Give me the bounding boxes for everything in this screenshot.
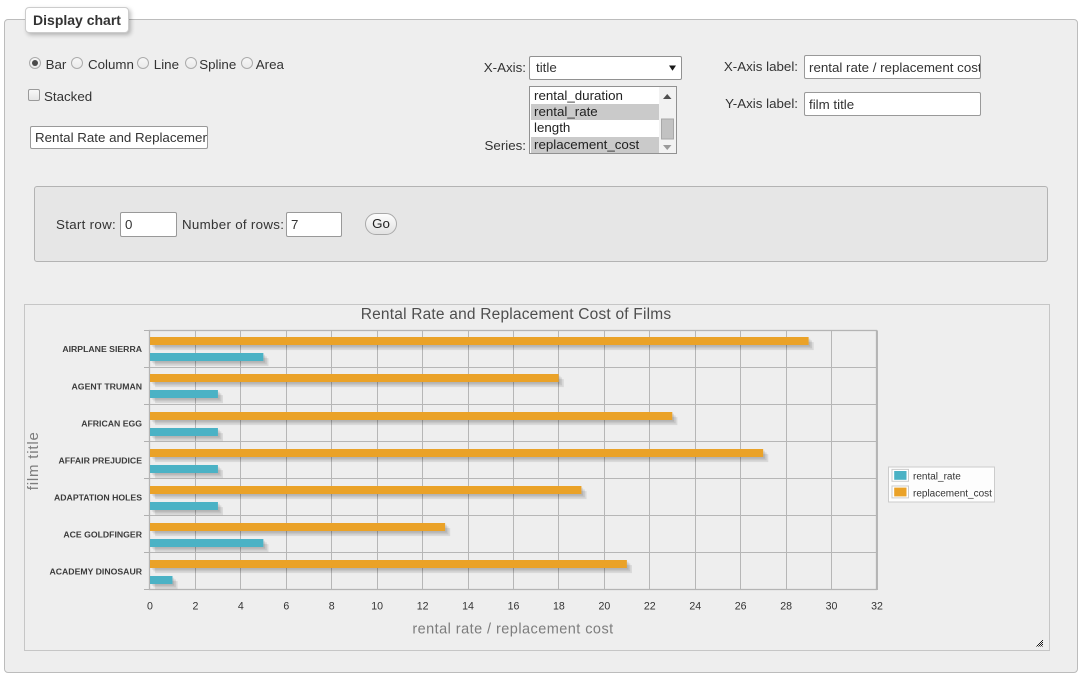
svg-text:12: 12 — [417, 601, 429, 613]
svg-text:ACE GOLDFINGER: ACE GOLDFINGER — [63, 530, 142, 540]
svg-text:ADAPTATION HOLES: ADAPTATION HOLES — [54, 493, 142, 503]
svg-text:28: 28 — [780, 601, 792, 613]
svg-text:0: 0 — [147, 601, 153, 613]
svg-text:30: 30 — [826, 601, 838, 613]
svg-text:ACADEMY DINOSAUR: ACADEMY DINOSAUR — [49, 567, 142, 577]
svg-text:22: 22 — [644, 601, 656, 613]
svg-text:10: 10 — [371, 601, 383, 613]
svg-text:rental rate / replacement cost: rental rate / replacement cost — [412, 622, 613, 638]
svg-text:32: 32 — [871, 601, 883, 613]
svg-text:AIRPLANE SIERRA: AIRPLANE SIERRA — [62, 344, 142, 354]
svg-text:AFRICAN EGG: AFRICAN EGG — [81, 418, 142, 428]
svg-text:6: 6 — [283, 601, 289, 613]
svg-text:2: 2 — [192, 601, 198, 613]
svg-text:8: 8 — [329, 601, 335, 613]
svg-text:14: 14 — [462, 601, 474, 613]
svg-text:replacement_cost: replacement_cost — [913, 488, 992, 499]
svg-text:18: 18 — [553, 601, 565, 613]
svg-text:16: 16 — [508, 601, 520, 613]
svg-text:26: 26 — [735, 601, 747, 613]
svg-text:AGENT TRUMAN: AGENT TRUMAN — [72, 381, 142, 391]
svg-text:24: 24 — [689, 601, 701, 613]
svg-text:4: 4 — [238, 601, 244, 613]
svg-text:film title: film title — [25, 431, 42, 490]
svg-text:20: 20 — [598, 601, 610, 613]
svg-text:AFFAIR PREJUDICE: AFFAIR PREJUDICE — [58, 455, 142, 465]
svg-text:Rental Rate and Replacement Co: Rental Rate and Replacement Cost of Film… — [361, 306, 672, 323]
svg-text:rental_rate: rental_rate — [913, 472, 961, 483]
